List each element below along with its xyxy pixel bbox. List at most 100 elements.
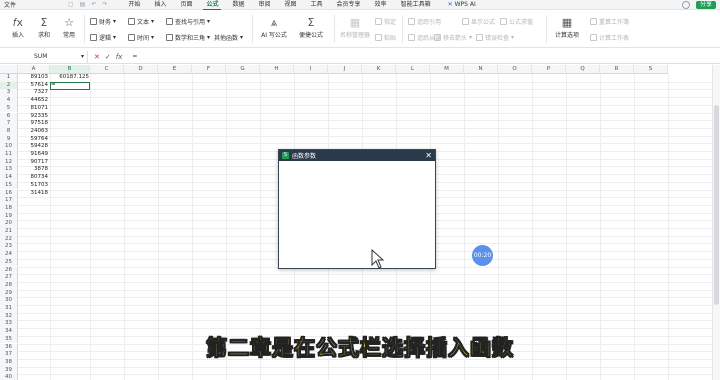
row-header[interactable]: 12 [0, 158, 18, 167]
row-header[interactable]: 24 [0, 251, 18, 259]
error-check-button[interactable]: 错误检查 ▾ [476, 33, 514, 42]
paste-name-button[interactable]: 粘贴 [375, 33, 396, 42]
evaluate-formula-button[interactable]: 公式求值 [500, 17, 533, 26]
show-formula-button[interactable]: 显示公式 [462, 17, 495, 26]
tab-view[interactable]: 视图 [278, 0, 304, 10]
specify-button[interactable]: 指定 [375, 17, 396, 26]
row-header[interactable]: 25 [0, 258, 18, 267]
close-icon[interactable]: ✕ [425, 151, 432, 160]
cell-a[interactable]: 31418 [18, 190, 49, 198]
cell-a[interactable]: 92335 [18, 113, 49, 121]
column-header[interactable]: S [634, 65, 668, 74]
trace-precedents-button[interactable]: 追踪引用 [408, 17, 441, 26]
row-header[interactable]: 14 [0, 174, 18, 182]
row-header[interactable]: 27 [0, 274, 18, 282]
row-header[interactable]: 32 [0, 312, 18, 321]
tab-tools[interactable]: 工具 [304, 0, 330, 10]
row-header[interactable]: 33 [0, 320, 18, 329]
cell-a[interactable]: 51703 [18, 182, 49, 190]
tab-review[interactable]: 审阅 [251, 0, 277, 10]
share-button[interactable]: 分享 [695, 1, 716, 9]
ai-formula-button[interactable]: ⩓ AI 写公式 [258, 16, 290, 39]
cell-a[interactable]: 80734 [18, 174, 49, 182]
row-header[interactable]: 7 [0, 120, 18, 128]
logic-button[interactable]: 逻辑 ▾ [90, 33, 116, 42]
tab-formula[interactable]: 公式 [199, 0, 225, 10]
chevron-down-icon[interactable]: ▾ [81, 53, 84, 60]
print-icon[interactable]: ▤ [80, 1, 86, 8]
row-header[interactable]: 23 [0, 243, 18, 252]
column-header[interactable]: N [464, 65, 498, 74]
file-menu[interactable]: 文件 [0, 0, 28, 9]
cell-a[interactable]: 59428 [18, 143, 49, 151]
name-box[interactable]: SUM ▾ [2, 50, 88, 63]
row-header[interactable]: 15 [0, 181, 18, 190]
row-header[interactable]: 40 [0, 374, 18, 380]
column-header[interactable]: R [600, 65, 634, 74]
tab-member[interactable]: 会员专享 [330, 0, 368, 10]
undo-icon[interactable]: ↶ [91, 1, 96, 8]
row-header[interactable]: 18 [0, 204, 18, 213]
cell-a[interactable]: 3878 [18, 166, 48, 174]
column-header[interactable]: H [260, 65, 294, 74]
insert-function-icon[interactable]: fx [116, 53, 123, 61]
row-header[interactable]: 31 [0, 305, 18, 313]
row-header[interactable]: 30 [0, 297, 18, 305]
column-header[interactable]: J [328, 65, 362, 74]
calc-sheet-button[interactable]: 计算工作表 [590, 33, 629, 42]
recalc-workbook-button[interactable]: 重算工作簿 [590, 17, 629, 26]
finance-button[interactable]: 财务 ▾ [90, 17, 116, 26]
cancel-icon[interactable]: ✕ [94, 53, 100, 61]
tab-insert[interactable]: 插入 [147, 0, 173, 10]
column-header[interactable]: I [294, 65, 328, 74]
select-all-corner[interactable] [0, 65, 18, 74]
row-header[interactable]: 4 [0, 97, 18, 105]
function-arguments-dialog[interactable]: S 函数参数 ✕ [278, 149, 436, 269]
cell-a[interactable]: 59764 [18, 136, 49, 144]
other-functions-button[interactable]: 其他函数 ▾ [214, 33, 243, 42]
row-header[interactable]: 6 [0, 112, 18, 121]
wps-ai-button[interactable]: ✕ WPS AI [448, 1, 476, 8]
notification-icon[interactable] [681, 1, 690, 9]
tab-page[interactable]: 页面 [173, 0, 199, 10]
easy-formula-button[interactable]: Σ 便捷公式 [293, 16, 329, 39]
column-header[interactable]: D [124, 65, 158, 74]
lookup-button[interactable]: 查找与引用 ▾ [166, 17, 210, 26]
tab-efficiency[interactable]: 效率 [368, 0, 394, 10]
math-button[interactable]: 数学和三角 ▾ [166, 33, 210, 42]
calc-options-button[interactable]: ▦ 计算选项 [550, 16, 584, 39]
cell-a[interactable]: 7327 [18, 89, 48, 97]
cell-a[interactable]: 24063 [18, 128, 49, 136]
column-header[interactable]: A [18, 65, 50, 74]
cell-a[interactable]: 81071 [18, 105, 49, 113]
row-header[interactable]: 13 [0, 166, 18, 175]
tab-data[interactable]: 数据 [225, 0, 251, 10]
dialog-titlebar[interactable]: S 函数参数 ✕ [279, 150, 435, 161]
column-header[interactable]: M [430, 65, 464, 74]
column-header[interactable]: F [192, 65, 226, 74]
formula-input[interactable]: = [128, 53, 137, 60]
column-header[interactable]: E [158, 65, 192, 74]
scrollbar-thumb[interactable] [714, 105, 719, 305]
row-header[interactable]: 5 [0, 104, 18, 113]
row-header[interactable]: 26 [0, 266, 18, 275]
row-header[interactable]: 9 [0, 135, 18, 144]
cell-a[interactable]: 91649 [18, 151, 49, 159]
tab-smart-toolbox[interactable]: 智能工具箱 [394, 0, 438, 10]
cell-a[interactable]: 89103 [18, 74, 49, 82]
row-header[interactable]: 28 [0, 281, 18, 290]
column-header[interactable]: L [396, 65, 430, 74]
row-header[interactable]: 19 [0, 212, 18, 221]
name-manager-button[interactable]: ▦ 名称管理器 [338, 16, 372, 39]
column-header[interactable]: O [498, 65, 532, 74]
cell-a[interactable]: 90717 [18, 159, 49, 167]
row-header[interactable]: 8 [0, 127, 18, 136]
row-header[interactable]: 16 [0, 189, 18, 198]
row-header[interactable]: 22 [0, 235, 18, 244]
column-header[interactable]: B [50, 65, 90, 74]
cell-a[interactable]: 57614 [18, 82, 49, 90]
cell-a[interactable]: 97518 [18, 120, 49, 128]
column-header[interactable]: Q [566, 65, 600, 74]
row-header[interactable]: 11 [0, 151, 18, 159]
tab-home[interactable]: 开始 [121, 0, 147, 10]
